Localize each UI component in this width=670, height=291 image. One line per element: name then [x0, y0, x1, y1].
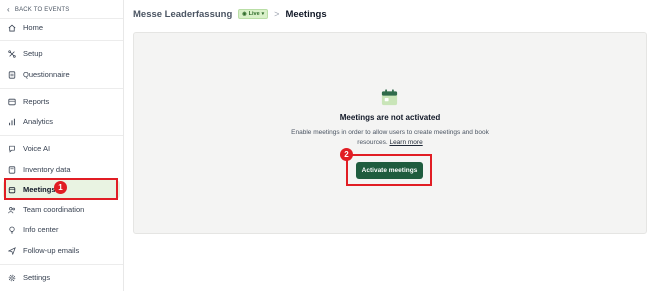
sidebar: ‹ BACK TO EVENTS Home Setup Questionnair…	[0, 0, 124, 291]
sidebar-item-questionnaire[interactable]: Questionnaire	[3, 65, 120, 84]
inventory-icon	[8, 165, 16, 174]
sidebar-item-label: Follow-up emails	[23, 246, 80, 255]
back-to-events-link[interactable]: ‹ BACK TO EVENTS	[7, 4, 69, 16]
gear-icon	[8, 274, 16, 282]
sidebar-item-label: Voice AI	[23, 144, 51, 153]
event-name: Messe Leaderfassung	[133, 8, 233, 20]
sidebar-item-team-coordination[interactable]: Team coordination	[3, 200, 120, 219]
sidebar-item-label: Reports	[23, 97, 50, 106]
sidebar-item-inventory-data[interactable]: Inventory data	[3, 160, 120, 179]
info-center-icon	[8, 226, 16, 234]
sidebar-item-settings[interactable]: Settings	[3, 268, 120, 287]
sidebar-item-label: Info center	[23, 225, 59, 234]
sidebar-item-voice-ai[interactable]: Voice AI	[3, 139, 120, 158]
voice-ai-icon	[8, 145, 16, 153]
divider	[0, 40, 123, 41]
analytics-icon	[8, 118, 16, 126]
empty-state-description: Enable meetings in order to allow users …	[290, 128, 490, 148]
sidebar-item-label: Inventory data	[23, 165, 71, 174]
send-icon	[8, 246, 16, 255]
calendar-icon	[381, 89, 398, 106]
divider	[0, 135, 123, 136]
sidebar-item-label: Settings	[23, 273, 51, 282]
home-icon	[8, 24, 16, 32]
status-badge-label: Live	[248, 11, 260, 17]
breadcrumb-separator: >	[274, 9, 280, 19]
header: Messe Leaderfassung ◉ Live ▾ > Meetings	[133, 7, 327, 21]
sidebar-item-analytics[interactable]: Analytics	[3, 112, 120, 131]
live-icon: ◉	[242, 11, 247, 17]
activate-meetings-button[interactable]: Activate meetings	[356, 162, 423, 179]
setup-icon	[8, 49, 16, 58]
divider	[0, 88, 123, 89]
sidebar-item-label: Questionnaire	[23, 70, 70, 79]
chevron-left-icon: ‹	[7, 5, 10, 14]
sidebar-item-setup[interactable]: Setup	[3, 44, 120, 63]
sidebar-item-info-center[interactable]: Info center	[3, 220, 120, 239]
sidebar-item-label: Team coordination	[23, 205, 85, 214]
annotation-badge-1: 1	[54, 181, 67, 194]
status-badge[interactable]: ◉ Live ▾	[238, 9, 269, 19]
sidebar-item-label: Setup	[23, 49, 43, 58]
questionnaire-icon	[8, 70, 16, 79]
team-icon	[8, 206, 16, 214]
sidebar-item-label: Analytics	[23, 117, 54, 126]
learn-more-link[interactable]: Learn more	[389, 139, 422, 146]
sidebar-item-home[interactable]: Home	[3, 18, 120, 37]
sidebar-item-reports[interactable]: Reports	[3, 92, 120, 111]
divider	[0, 264, 123, 265]
back-to-events-label: BACK TO EVENTS	[14, 7, 70, 13]
annotation-badge-2: 2	[340, 148, 353, 161]
page-title: Meetings	[285, 8, 327, 20]
reports-icon	[8, 98, 16, 106]
sidebar-item-label: Home	[23, 23, 44, 32]
chevron-down-icon: ▾	[261, 11, 265, 17]
empty-state-title: Meetings are not activated	[339, 113, 441, 122]
sidebar-item-follow-up-emails[interactable]: Follow-up emails	[3, 241, 120, 260]
